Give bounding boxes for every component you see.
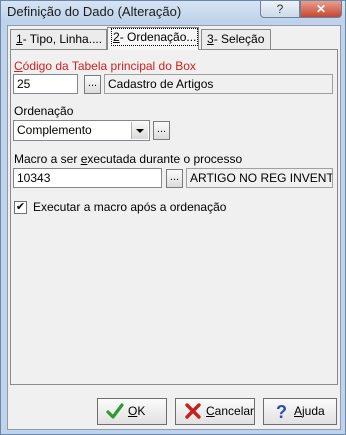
cancel-button[interactable]: Cancelar [175,398,255,425]
macro-code-input[interactable]: 10343 [13,168,162,188]
box-table-label: Código da Tabela principal do Box [14,59,196,73]
help-button[interactable]: ? Ajuda [263,398,337,425]
tab-selecao-label: - Seleção [213,32,265,46]
tab-tipo-linha[interactable]: 1- Tipo, Linha.... [10,29,107,49]
macro-lookup-button[interactable]: ... [166,169,183,188]
cancel-x-icon [185,403,201,419]
tab-selecao[interactable]: 3- Seleção [201,29,271,49]
ok-button[interactable]: OK [97,398,167,425]
help-button-label: Ajuda [294,404,325,418]
ok-button-label: OK [128,404,146,418]
tab-ordenacao[interactable]: 2- Ordenação... [107,27,199,50]
checkmark-icon [106,403,124,419]
tab-ordenacao-mnemonic: 2 [113,30,120,44]
window-title: Definição do Dado (Alteração) [7,4,182,19]
question-mark-icon: ? [276,402,287,420]
box-table-code-input[interactable]: 25 [13,74,78,94]
dialog-window: Definição do Dado (Alteração) ? ✕ 1- Tip… [0,0,346,435]
title-bar: Definição do Dado (Alteração) ? ✕ [1,1,345,23]
svg-text:?: ? [276,402,287,420]
box-table-name-field: Cadastro de Artigos [104,74,333,94]
ordering-select[interactable]: Complemento [13,120,150,141]
title-help-button[interactable]: ? [260,1,300,18]
ordering-lookup-button[interactable]: ... [153,121,170,140]
execute-after-checkbox[interactable]: ✔ [14,201,27,214]
dialog-body: 1- Tipo, Linha.... 2- Ordenação... 3- Se… [7,25,341,430]
macro-name-field: ARTIGO NO REG INVENTARIO [186,168,333,188]
ordering-label: Ordenação [14,104,74,118]
tab-selecao-mnemonic: 3 [207,32,214,46]
cancel-button-label: Cancelar [206,404,255,418]
box-table-lookup-button[interactable]: ... [84,75,101,94]
tab-ordenacao-label: - Ordenação... [119,30,197,44]
close-button[interactable]: ✕ [300,1,342,18]
tab-tipo-linha-mnemonic: 1 [16,32,23,46]
execute-after-label: Executar a macro após a ordenação [33,200,227,214]
ordering-selected-value: Complemento [17,123,92,137]
macro-label: Macro a ser executada durante o processo [14,152,243,166]
tab-tipo-linha-label: - Tipo, Linha.... [22,32,103,46]
tab-panel-ordenacao: Código da Tabela principal do Box 25 ...… [10,49,338,385]
chevron-down-icon[interactable] [131,122,148,139]
